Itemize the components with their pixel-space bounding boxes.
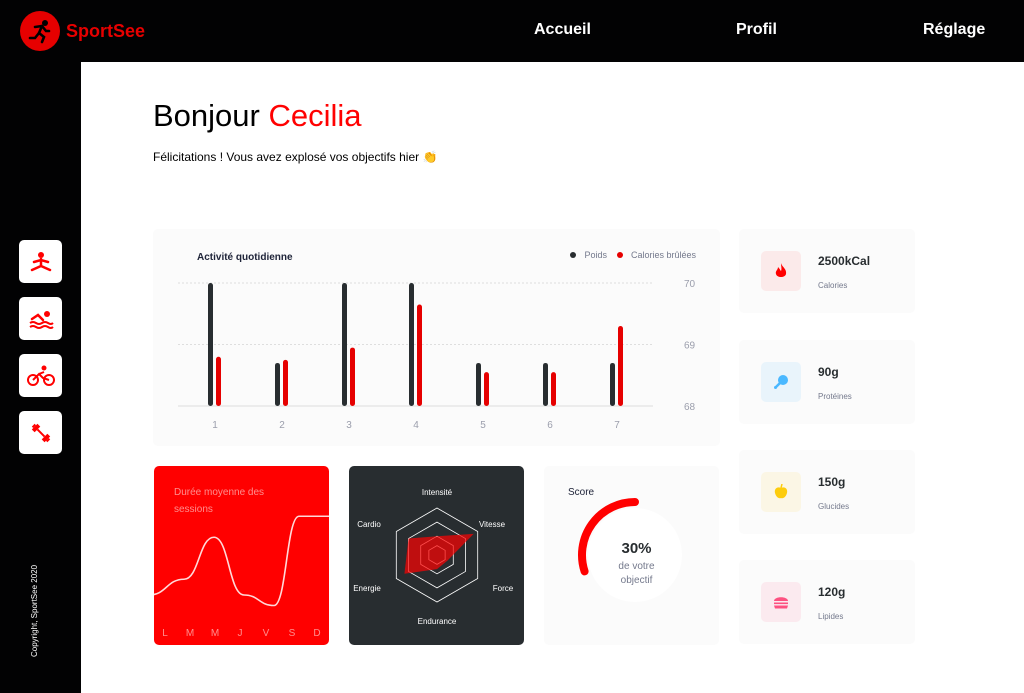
radar-label: Endurance	[418, 617, 457, 626]
lipids-card: 120g Lipides	[739, 560, 915, 644]
radar-label: Force	[493, 584, 514, 593]
score-chart: Score 30% de votre objectif	[544, 466, 719, 645]
swimming-icon[interactable]	[19, 297, 62, 340]
performance-radar-chart: Intensité Vitesse Force Endurance Energie Car…	[349, 466, 524, 645]
burger-icon	[761, 582, 801, 622]
bar-calories	[484, 372, 489, 406]
bar-calories	[350, 347, 355, 406]
carbs-label: Glucides	[818, 502, 850, 511]
brand-name: SportSee	[66, 20, 146, 41]
lipids-value: 120g	[818, 585, 846, 599]
carbs-card: 150g Glucides	[739, 450, 915, 534]
score-sub-line2: objectif	[620, 575, 653, 586]
copyright-text: Copyright, SportSee 2020	[30, 564, 39, 657]
x-tick-label: 5	[480, 420, 486, 431]
greeting-hello: Bonjour	[153, 98, 260, 133]
day-label: S	[289, 628, 296, 639]
proteins-label: Protéines	[818, 392, 852, 401]
cycling-icon[interactable]	[19, 354, 62, 397]
average-sessions-chart: Durée moyenne des sessions LMMJVSD	[154, 466, 329, 645]
day-label: M	[186, 628, 194, 639]
calories-label: Calories	[818, 281, 848, 290]
bar-poids	[342, 283, 347, 406]
day-label: D	[313, 628, 320, 639]
y-tick-label: 68	[684, 402, 696, 413]
x-tick-label: 6	[547, 420, 553, 431]
day-label: L	[162, 628, 168, 639]
day-label: J	[238, 628, 243, 639]
runner-logo-icon	[20, 11, 60, 51]
score-subtitle: de votre objectif	[544, 560, 719, 588]
proteins-value: 90g	[818, 365, 839, 379]
proteins-card: 90g Protéines	[739, 340, 915, 424]
chicken-icon	[761, 362, 801, 402]
x-tick-label: 2	[279, 420, 285, 431]
y-tick-label: 69	[684, 341, 696, 352]
page-title: Bonjour Cecilia	[153, 98, 362, 134]
bar-calories	[283, 359, 288, 406]
bar-poids	[543, 362, 548, 406]
x-tick-label: 7	[614, 420, 620, 431]
radar-area	[404, 533, 474, 574]
nav-profil[interactable]: Profil	[736, 21, 777, 39]
sidebar: Copyright, SportSee 2020	[0, 62, 81, 693]
dumbbell-icon[interactable]	[19, 411, 62, 454]
avg-sessions-svg: LMMJVSD	[154, 515, 329, 639]
yoga-icon[interactable]	[19, 240, 62, 283]
x-tick-label: 1	[212, 420, 218, 431]
day-label: V	[263, 628, 270, 639]
bar-calories	[216, 356, 221, 406]
user-name: Cecilia	[268, 98, 362, 133]
bar-poids	[409, 283, 414, 406]
score-value: 30%	[621, 540, 652, 557]
carbs-value: 150g	[818, 475, 846, 489]
lipids-label: Lipides	[818, 612, 844, 621]
x-tick-label: 4	[413, 420, 419, 431]
score-sub-line1: de votre	[618, 561, 655, 572]
radar-label: Cardio	[357, 520, 381, 529]
calories-card: 2500kCal Calories	[739, 229, 915, 313]
bar-calories	[618, 326, 623, 406]
nav-accueil[interactable]: Accueil	[534, 21, 591, 39]
day-label: M	[211, 628, 219, 639]
congrats-message: Félicitations ! Vous avez explosé vos ob…	[153, 150, 438, 164]
bar-calories	[551, 372, 556, 406]
nav-reglage[interactable]: Réglage	[923, 21, 985, 39]
sessions-line	[154, 515, 329, 607]
bar-calories	[417, 304, 422, 406]
apple-icon	[761, 472, 801, 512]
daily-activity-chart: Activité quotidienne Poids Calories brûl…	[153, 229, 720, 446]
radar-label: Vitesse	[479, 520, 506, 529]
brand-logo[interactable]: SportSee	[20, 11, 145, 51]
fire-icon	[761, 251, 801, 291]
bar-poids	[208, 283, 213, 406]
bar-poids	[476, 362, 481, 406]
bar-poids	[275, 362, 280, 406]
radar-label: Energie	[353, 584, 381, 593]
radar-label: Intensité	[422, 488, 453, 497]
x-tick-label: 3	[346, 420, 352, 431]
y-tick-label: 70	[684, 279, 696, 290]
calories-value: 2500kCal	[818, 254, 871, 268]
top-navbar: SportSee Accueil Profil Réglage	[0, 0, 1024, 62]
radar-svg: Intensité Vitesse Force Endurance Energie Car…	[353, 488, 514, 626]
bar-poids	[610, 362, 615, 406]
activity-svg: 70 69 68 1 2 3 4 5 6 7	[178, 279, 696, 431]
